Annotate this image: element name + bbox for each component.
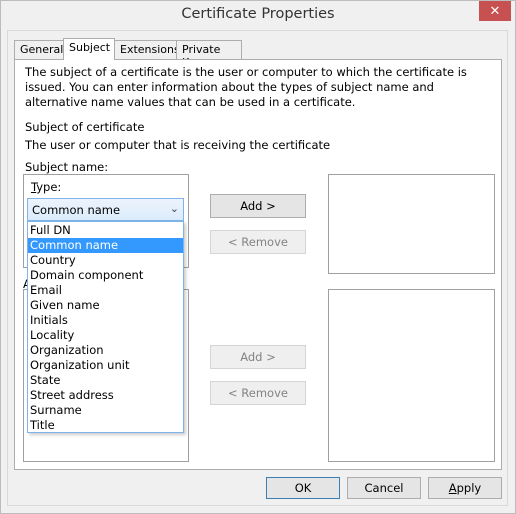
type-option[interactable]: Locality [28,328,183,343]
type-select[interactable]: Common name ⌄ [27,198,184,221]
type-option[interactable]: Common name [28,238,183,253]
button-label: Add > [240,350,276,364]
type-option[interactable]: Title [28,418,183,433]
remove-alternative-button[interactable]: < Remove [210,381,306,405]
subject-values-list[interactable] [328,174,495,274]
button-label: Cancel [364,481,404,495]
subject-description: The subject of a certificate is the user… [25,65,467,109]
add-alternative-button[interactable]: Add > [210,345,306,369]
apply-button[interactable]: Apply [428,477,502,499]
button-label: OK [294,481,312,495]
type-dropdown-list[interactable]: Full DN Common name Country Domain componen… [27,221,184,433]
button-label: Apply [448,481,482,495]
type-option[interactable]: Given name [28,298,183,313]
type-option[interactable]: Country [28,253,183,268]
type-option[interactable]: Initials [28,313,183,328]
type-option[interactable]: State [28,373,183,388]
section-subtitle: The user or computer that is receiving t… [25,138,331,152]
add-subject-button[interactable]: Add > [210,194,306,218]
type-option[interactable]: Organization [28,343,183,358]
tab-label: Extensions [120,43,180,56]
tab-general[interactable]: General [14,40,64,59]
type-option[interactable]: Street address [28,388,183,403]
tab-private-key[interactable]: Private Key [176,40,242,69]
type-select-value: Common name [32,203,121,217]
tab-subject[interactable]: Subject [63,38,115,60]
tab-label: General [20,43,64,56]
tab-label: Subject [69,41,111,54]
subject-name-label: Subject name: [25,160,109,174]
type-option[interactable]: Full DN [28,223,183,238]
close-icon: ✕ [489,3,501,19]
section-title: Subject of certificate [25,120,145,134]
tab-extensions[interactable]: Extensions [114,40,180,59]
ok-button[interactable]: OK [266,477,340,499]
type-option[interactable]: Surname [28,403,183,418]
type-option[interactable]: Organization unit [28,358,183,373]
chevron-down-icon: ⌄ [169,202,179,215]
type-option[interactable]: Domain component [28,268,183,283]
alternative-values-list[interactable] [328,289,495,462]
title-bar: Certificate Properties ✕ [1,1,515,32]
close-button[interactable]: ✕ [479,1,511,21]
cancel-button[interactable]: Cancel [347,477,421,499]
button-label: < Remove [228,386,288,400]
type-option[interactable]: Email [28,283,183,298]
button-label: < Remove [228,235,288,249]
window-title: Certificate Properties [181,6,335,22]
type-label: Type: [31,180,62,194]
remove-subject-button[interactable]: < Remove [210,230,306,254]
button-label: Add > [240,199,276,213]
